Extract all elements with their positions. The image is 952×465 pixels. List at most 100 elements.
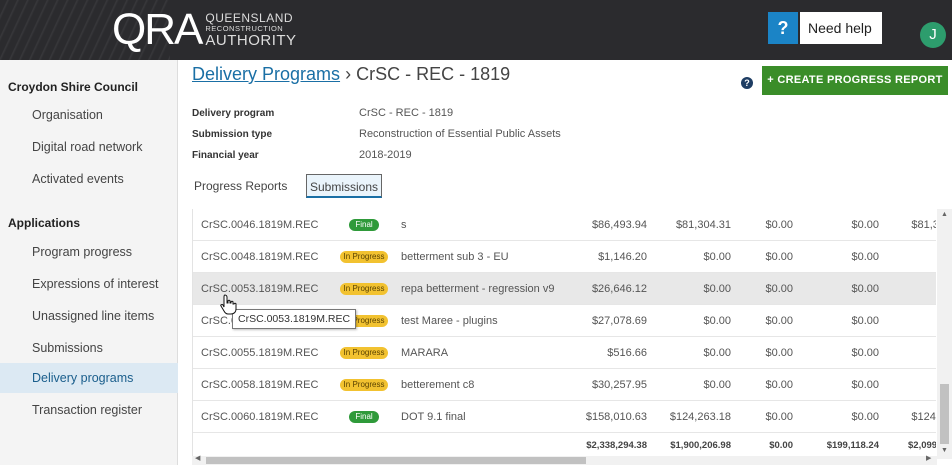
cell-description: MARARA [401,347,449,359]
cell-amount-4: $0.00 [851,315,879,327]
breadcrumb-delivery-programs-link[interactable]: Delivery Programs [192,64,340,84]
breadcrumb-current: CrSC - REC - 1819 [356,64,511,84]
cell-status: Final [329,209,399,241]
create-progress-report-button[interactable]: + CREATE PROGRESS REPORT [762,66,948,95]
cell-status: In Progress [329,241,399,273]
cell-amount-2: $0.00 [703,347,731,359]
sidebar: Croydon Shire Council Organisation Digit… [0,60,178,465]
sidebar-item-submissions[interactable]: Submissions [0,333,178,363]
sidebar-item-delivery-programs[interactable]: Delivery programs [0,363,178,393]
cell-amount-2: $81,304.31 [675,219,731,231]
sidebar-item-organisation[interactable]: Organisation [0,100,178,130]
table-row[interactable]: CrSC.0046.1819M.REC Final s $86,493.94 $… [193,209,936,241]
submissions-table: CrSC.0046.1819M.REC Final s $86,493.94 $… [192,209,936,459]
cell-amount-3: $0.00 [765,379,793,391]
cell-amount-5: $ [885,273,936,305]
cell-amount-4: $0.00 [851,251,879,263]
status-badge: In Progress [339,347,389,360]
delivery-program-value: CrSC - REC - 1819 [359,107,454,119]
cell-description: betterment sub 3 - EU [401,251,509,263]
need-help-button[interactable]: Need help [800,12,882,44]
cell-submission-id: CrSC.0060.1819M.REC [201,411,319,423]
cell-submission-id: CrSC.0046.1819M.REC [201,219,319,231]
cell-amount-4: $0.00 [851,411,879,423]
cell-amount-4: $0.00 [851,283,879,295]
cell-status: In Progress [329,369,399,401]
cell-amount-5: $ [885,369,936,401]
logo-line-1: QUEENSLAND [205,10,294,25]
submission-id-tooltip: CrSC.0053.1819M.REC [232,309,357,329]
cell-amount-1: $86,493.94 [591,219,647,231]
cell-amount-5: $81,30 [911,219,936,231]
question-circle-icon[interactable]: ? [741,77,753,89]
financial-year-value: 2018-2019 [359,149,412,161]
cell-amount-2: $0.00 [703,283,731,295]
horizontal-scroll-thumb[interactable] [206,457,586,464]
cell-submission-id: CrSC.0048.1819M.REC [201,251,319,263]
sidebar-item-transaction-register[interactable]: Transaction register [0,395,178,425]
cell-amount-2: $0.00 [703,251,731,263]
tab-progress-reports[interactable]: Progress Reports [194,174,287,198]
scroll-up-icon[interactable]: ▲ [941,211,948,218]
cell-amount-4: $0.00 [851,219,879,231]
status-badge: In Progress [339,251,389,264]
status-badge: Final [349,411,379,424]
cell-amount-4: $0.00 [851,347,879,359]
cell-description: betterement c8 [401,379,475,391]
cell-amount-1: $27,078.69 [591,315,647,327]
tab-submissions[interactable]: Submissions [306,174,383,198]
cell-submission-id: CrSC.0055.1819M.REC [201,347,319,359]
cell-submission-id: CrSC.0058.1819M.REC [201,379,319,391]
vertical-scroll-thumb[interactable] [940,384,949,444]
sidebar-applications-heading: Applications [8,216,81,230]
qra-logo[interactable]: QRA QUEENSLAND RECONSTRUCTION AUTHORITY [112,6,297,54]
submission-type-value: Reconstruction of Essential Public Asset… [359,128,561,140]
scroll-right-icon[interactable]: ▶ [926,454,931,462]
cell-amount-4: $0.00 [851,379,879,391]
cell-description: test Maree - plugins [401,315,498,327]
user-avatar[interactable]: J [920,22,946,48]
logo-mark: QRA [112,5,203,54]
cell-amount-5: $124,2 [911,411,936,423]
cell-status: In Progress [329,337,399,369]
delivery-program-label: Delivery program [192,108,275,119]
submission-type-label: Submission type [192,129,273,140]
status-badge: In Progress [339,379,389,392]
cell-amount-1: $158,010.63 [585,411,647,423]
cell-description: repa betterment - regression v9 [401,283,555,295]
table-row[interactable]: CrSC.0048.1819M.REC In Progress betterme… [193,241,936,273]
cell-amount-5: $ [885,305,936,337]
cell-amount-3: $0.00 [765,411,793,423]
cell-amount-1: $30,257.95 [591,379,647,391]
cell-amount-1: $1,146.20 [598,251,647,263]
sidebar-item-unassigned-line-items[interactable]: Unassigned line items [0,301,178,331]
table-row[interactable]: CrSC.0055.1819M.REC In Progress MARARA $… [193,337,936,369]
cell-amount-2: $0.00 [703,379,731,391]
status-badge: In Progress [339,283,389,296]
help-icon[interactable]: ? [768,12,798,44]
table-vertical-scrollbar[interactable]: ▲ ▼ [937,209,952,459]
cell-amount-3: $0.00 [765,347,793,359]
cell-amount-3: $0.00 [765,283,793,295]
cell-amount-3: $0.00 [765,251,793,263]
scroll-left-icon[interactable]: ◀ [195,454,200,462]
cell-amount-5: $ [885,241,936,273]
table-row[interactable]: CrSC.0053.1819M.REC In Progress repa bet… [193,273,936,305]
cell-description: DOT 9.1 final [401,411,466,423]
cell-status: In Progress [329,273,399,305]
table-row[interactable]: CrSC.0060.1819M.REC Final DOT 9.1 final … [193,401,936,433]
logo-line-3: AUTHORITY [205,32,297,50]
hand-cursor-icon [220,294,237,315]
sidebar-item-expressions-of-interest[interactable]: Expressions of interest [0,269,178,299]
cell-amount-3: $0.00 [765,315,793,327]
scroll-down-icon[interactable]: ▼ [941,447,948,454]
cell-status: Final [329,401,399,433]
cell-description: s [401,219,407,231]
table-horizontal-scrollbar[interactable]: ◀ ▶ [192,454,937,465]
sidebar-item-program-progress[interactable]: Program progress [0,237,178,267]
sidebar-item-activated-events[interactable]: Activated events [0,164,178,194]
sidebar-item-digital-road-network[interactable]: Digital road network [0,132,178,162]
cell-amount-1: $516.66 [607,347,647,359]
table-row[interactable]: CrSC.0058.1819M.REC In Progress betterem… [193,369,936,401]
cell-amount-2: $124,263.18 [669,411,731,423]
